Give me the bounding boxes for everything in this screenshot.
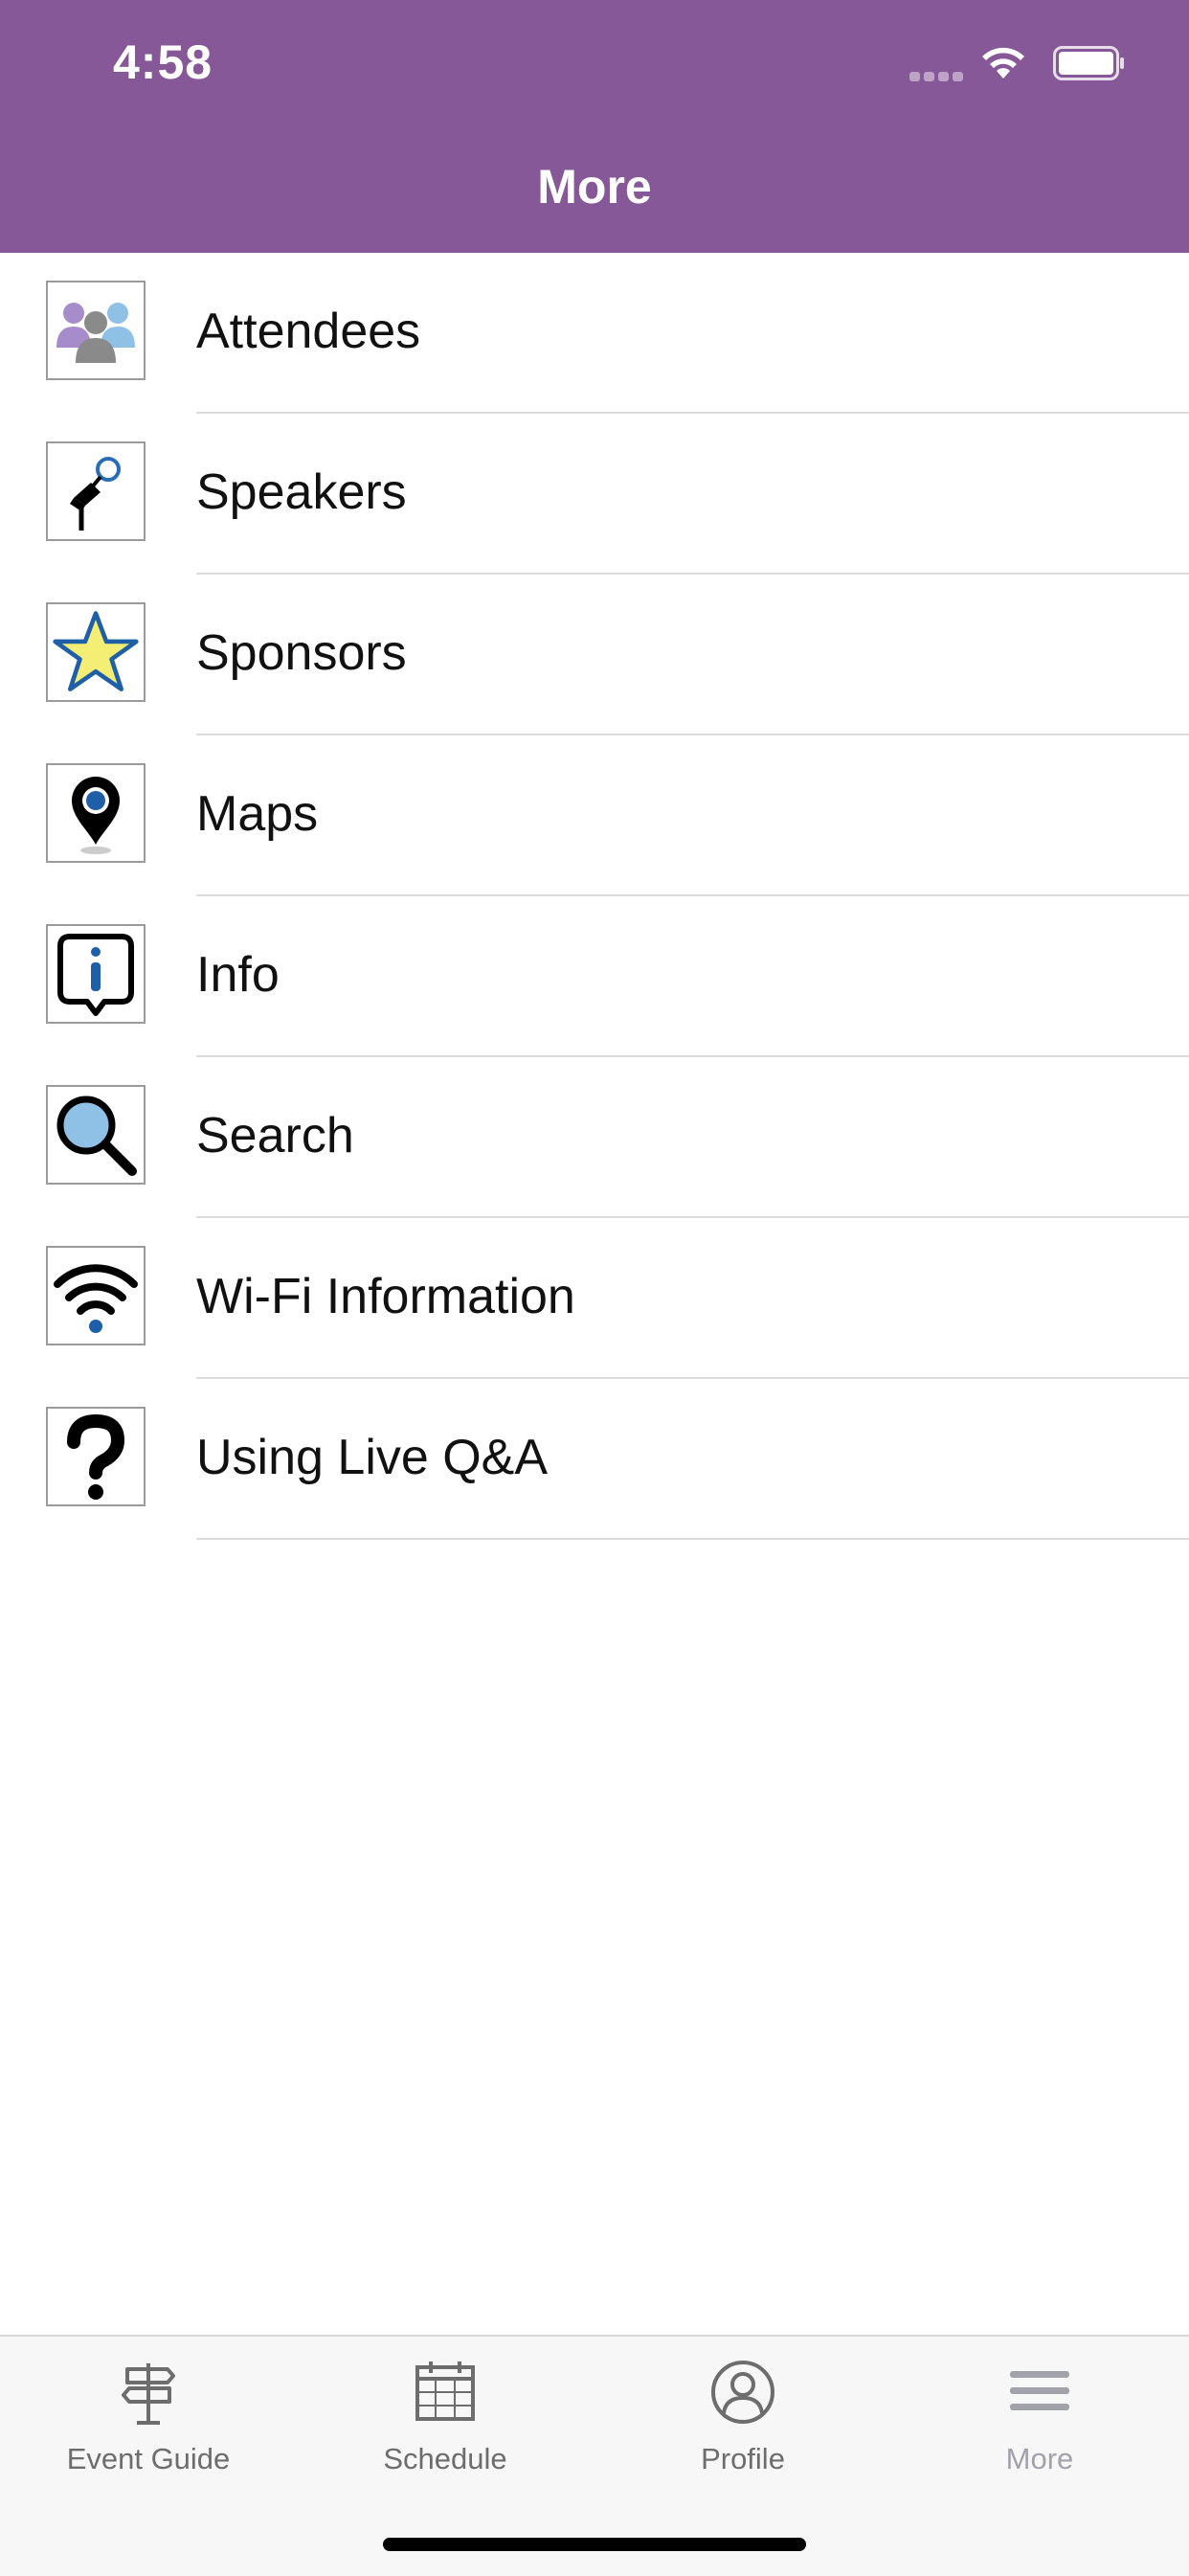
magnifier-icon — [46, 1085, 146, 1185]
tab-label: Event Guide — [66, 2442, 231, 2475]
row-divider — [196, 1538, 1189, 1540]
signpost-icon — [122, 2363, 175, 2425]
page-title: More — [537, 160, 652, 214]
attendees-icon — [46, 281, 146, 380]
menu-item-info[interactable]: Info — [0, 896, 1189, 1057]
question-icon — [46, 1407, 146, 1506]
menu-item-label: Attendees — [196, 304, 421, 359]
tab-label: More — [1005, 2442, 1074, 2475]
menu-item-attendees[interactable]: Attendees — [0, 253, 1189, 414]
tab-event-guide[interactable]: Event Guide — [0, 2337, 297, 2499]
wifi-icon — [46, 1246, 146, 1345]
header: 4:58 More — [0, 0, 1189, 253]
calendar-icon — [415, 2361, 475, 2421]
menu-item-label: Maps — [196, 786, 319, 842]
menu-item-label: Using Live Q&A — [196, 1430, 549, 1485]
menu-item-label: Sponsors — [196, 625, 407, 681]
info-icon — [46, 924, 146, 1024]
menu-item-wifi-information[interactable]: Wi-Fi Information — [0, 1218, 1189, 1379]
menu-item-label: Search — [196, 1108, 354, 1164]
home-indicator[interactable] — [383, 2538, 806, 2551]
menu-item-maps[interactable]: Maps — [0, 735, 1189, 896]
map-pin-icon — [46, 763, 146, 863]
hamburger-icon — [1010, 2371, 1069, 2410]
tab-label: Profile — [701, 2442, 785, 2475]
menu-item-label: Wi-Fi Information — [196, 1269, 575, 1324]
wifi-status-icon — [982, 47, 1024, 79]
menu-item-search[interactable]: Search — [0, 1057, 1189, 1218]
more-menu-list: Attendees Speakers Sponsors Maps Info Se… — [0, 253, 1189, 1540]
profile-icon — [711, 2361, 774, 2424]
tab-more[interactable]: More — [891, 2337, 1188, 2499]
speakers-icon — [46, 441, 146, 541]
star-icon — [46, 602, 146, 702]
battery-icon — [1053, 46, 1124, 80]
menu-item-label: Speakers — [196, 464, 407, 520]
status-time: 4:58 — [113, 35, 213, 89]
menu-item-speakers[interactable]: Speakers — [0, 414, 1189, 575]
menu-item-live-qa[interactable]: Using Live Q&A — [0, 1379, 1189, 1540]
tab-label: Schedule — [383, 2442, 507, 2475]
menu-item-label: Info — [196, 947, 280, 1003]
signal-icon — [909, 69, 967, 81]
menu-item-sponsors[interactable]: Sponsors — [0, 575, 1189, 735]
tab-schedule[interactable]: Schedule — [297, 2337, 594, 2499]
tab-profile[interactable]: Profile — [594, 2337, 891, 2499]
